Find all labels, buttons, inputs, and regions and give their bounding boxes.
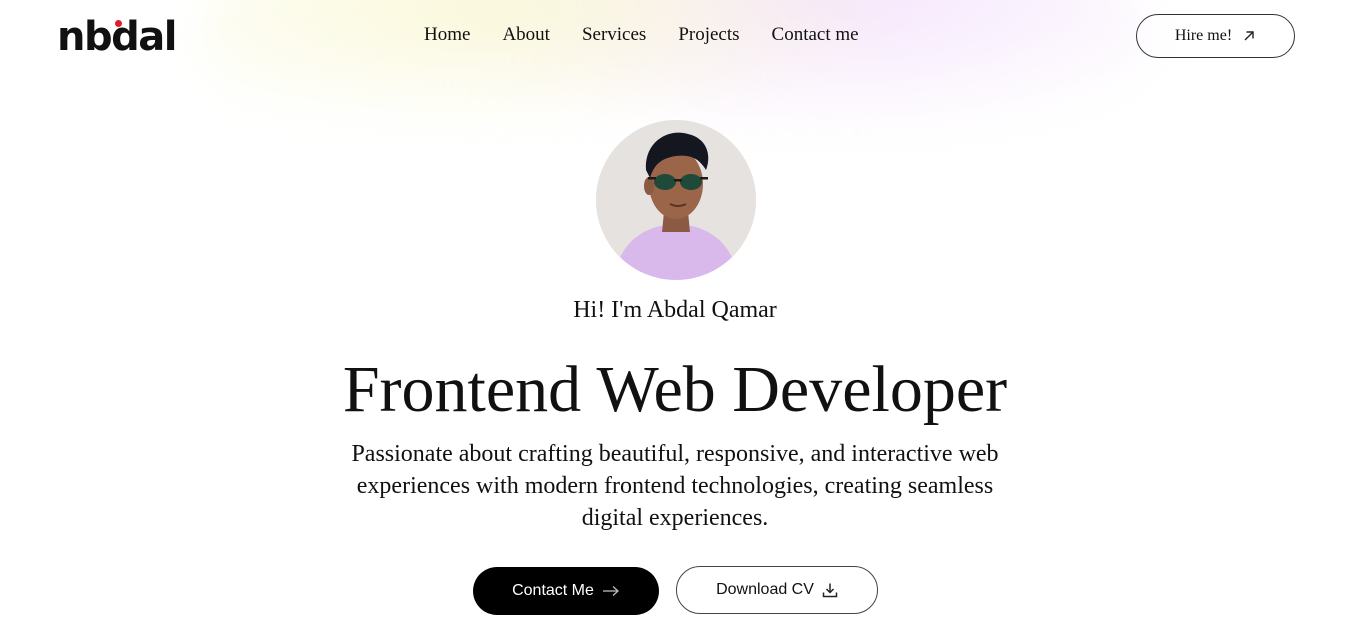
avatar-illustration [596,120,756,280]
download-cv-button[interactable]: Download CV [676,566,878,614]
navbar: nbdal Home About Services Projects Conta… [0,0,1350,75]
download-icon [822,582,838,598]
nav-link-home[interactable]: Home [424,24,470,46]
nav-link-about[interactable]: About [502,24,550,46]
page: nbdal Home About Services Projects Conta… [0,0,1350,640]
logo-text-rest: bdal [83,14,177,60]
nav-links: Home About Services Projects Contact me [424,24,859,46]
nav-link-projects[interactable]: Projects [678,24,739,46]
arrow-right-icon [602,585,620,597]
contact-me-label: Contact Me [512,582,594,599]
arrow-up-right-icon [1242,29,1256,43]
hire-me-button[interactable]: Hire me! [1136,14,1295,58]
hire-me-label: Hire me! [1174,27,1233,44]
hero-description: Passionate about crafting beautiful, res… [351,441,999,531]
logo[interactable]: nbdal [57,14,177,60]
nav-link-services[interactable]: Services [582,24,646,46]
greeting-text: Hi! I'm Abdal Qamar [573,297,777,323]
download-cv-label: Download CV [716,581,814,598]
contact-me-button[interactable]: Contact Me [473,567,659,615]
logo-letter-n: n [57,14,85,60]
logo-red-dot [114,20,122,27]
headline: Frontend Web Developer [342,353,1008,426]
nav-link-contact[interactable]: Contact me [772,24,859,46]
logo-text-bdal: bdal [83,14,177,60]
avatar [596,120,756,280]
